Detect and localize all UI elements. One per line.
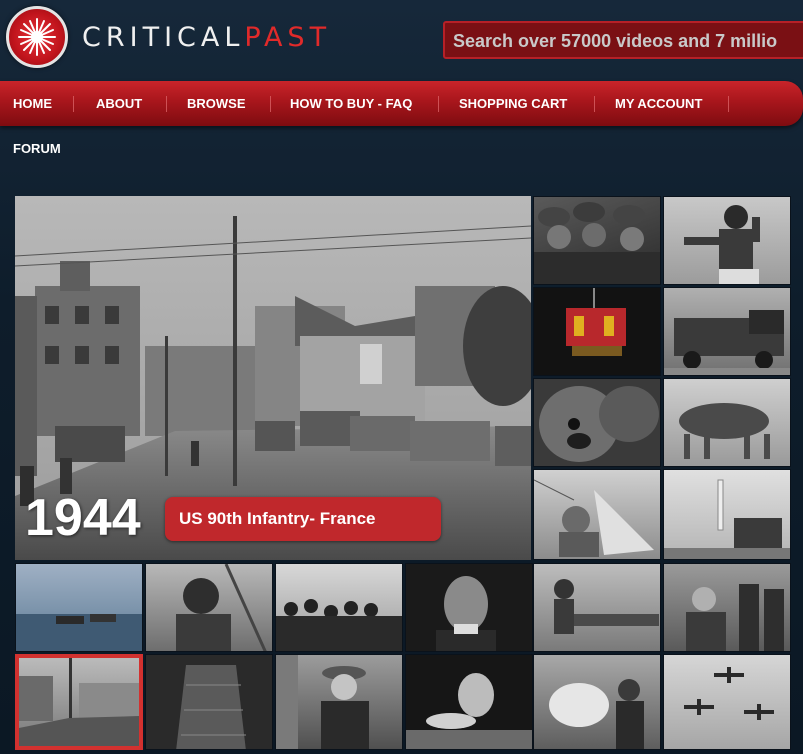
thumbnail-crowd[interactable] [275,563,403,652]
logo-text-red: PAST [244,22,332,53]
nav-about[interactable]: ABOUT [96,81,142,126]
nav-browse[interactable]: BROWSE [187,81,246,126]
thumbnail-image [684,205,760,284]
thumbnail-man-portrait[interactable] [405,563,533,652]
thumbnail-dog[interactable] [533,378,661,467]
thumbnail-sculptor[interactable] [533,469,661,560]
nav-separator [73,96,74,112]
thumbnail-image [276,599,402,651]
search-placeholder: Search over 57000 videos and 7 millio [453,31,778,51]
featured-caption[interactable]: US 90th Infantry- France [165,497,441,541]
nav-separator [594,96,595,112]
thumbnail-image [686,584,784,651]
featured-video[interactable]: 1944 US 90th Infantry- France [15,196,531,560]
logo-text-white: CRITICAL [82,22,245,53]
site-header: CRITICALPAST Search over 57000 videos an… [0,0,803,80]
thumbnail-image [176,665,246,749]
thumbnail-image [539,386,659,462]
thumbnail-animal[interactable] [663,378,791,467]
thumbnail-rocket[interactable] [663,469,791,560]
starburst-icon [18,18,56,56]
nav-separator [438,96,439,112]
nav-my-account[interactable]: MY ACCOUNT [615,81,702,126]
thumbnail-image [534,288,660,375]
main-nav: HOME ABOUT BROWSE HOW TO BUY - FAQ SHOPP… [0,81,803,126]
thumbnail-image [276,655,369,749]
nav-how-to-buy[interactable]: HOW TO BUY - FAQ [290,81,412,126]
thumbnail-workshop[interactable] [533,563,661,652]
thumbnail-image [16,614,142,651]
thumbnail-image [664,310,790,375]
thumbnail-ship[interactable] [15,563,143,652]
thumbnail-image [549,679,644,749]
thumbnail-still-life[interactable] [405,654,533,750]
video-gallery: 1944 US 90th Infantry- France [15,196,803,754]
thumbnail-france-street[interactable] [15,654,143,750]
featured-year: 1944 [25,489,141,547]
nav-forum[interactable]: FORUM [13,141,61,156]
thumbnail-boy[interactable] [663,196,791,285]
thumbnail-image [436,576,496,651]
thumbnail-image [664,479,790,559]
nav-home[interactable]: HOME [13,81,52,126]
thumbnail-image [679,403,770,459]
thumbnail-planes[interactable] [663,654,791,750]
thumbnail-horse[interactable] [533,654,661,750]
thumbnail-group[interactable] [663,563,791,652]
thumbnail-truck[interactable] [663,287,791,376]
thumbnail-image [534,202,660,284]
thumbnail-image [684,667,774,720]
thumbnail-soldiers[interactable] [533,196,661,285]
search-input[interactable]: Search over 57000 videos and 7 millio [443,21,803,59]
thumbnail-image [19,658,139,746]
nav-shopping-cart[interactable]: SHOPPING CART [459,81,567,126]
thumbnail-woman[interactable] [275,654,403,750]
site-logo-text[interactable]: CRITICALPAST [82,22,331,53]
thumbnail-image [554,579,659,634]
nav-separator [728,96,729,112]
thumbnail-machine[interactable] [533,287,661,376]
nav-separator [166,96,167,112]
thumbnail-pilot[interactable] [145,563,273,652]
logo-icon[interactable] [6,6,68,68]
thumbnail-tower[interactable] [145,654,273,750]
thumbnail-image [176,564,267,651]
nav-separator [270,96,271,112]
thumbnail-image [534,479,654,557]
thumbnail-image [406,673,532,749]
